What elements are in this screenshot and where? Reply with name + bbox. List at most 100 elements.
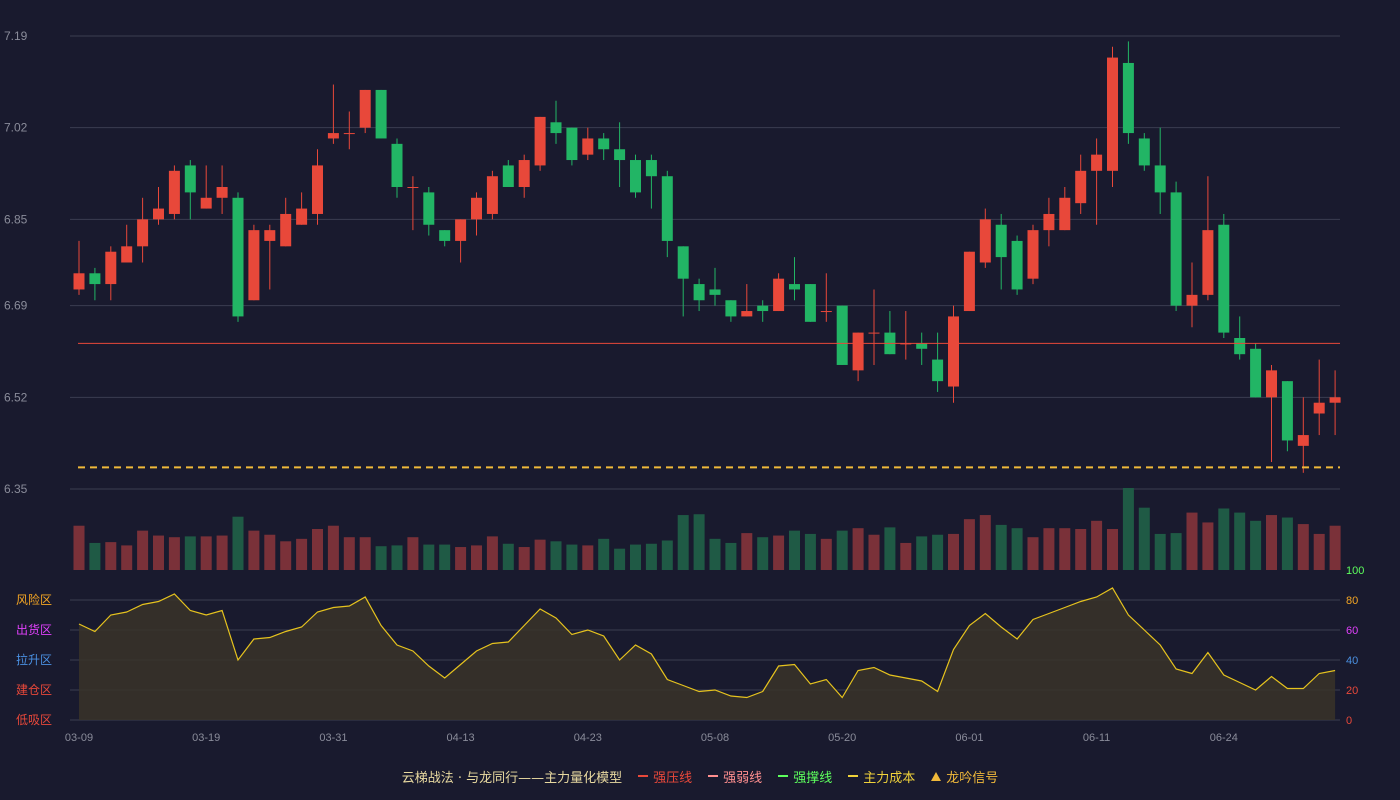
date-tick-label: 03-19	[192, 732, 220, 744]
candle-body	[757, 305, 769, 312]
candle-body	[852, 332, 864, 371]
candlestick	[852, 332, 864, 382]
volume-bar	[995, 524, 1007, 570]
candle-body	[1186, 294, 1198, 306]
candlestick	[1202, 176, 1214, 301]
candlestick	[534, 116, 546, 171]
candlestick	[73, 240, 85, 295]
candle-body	[693, 284, 705, 301]
candlestick	[725, 300, 737, 322]
volume-bar	[1043, 528, 1055, 570]
candle-body	[741, 311, 753, 317]
date-tick-label: 06-01	[955, 732, 983, 744]
volume-bar	[153, 535, 164, 570]
candlestick	[757, 300, 769, 322]
legend-item-support[interactable]: 强撑线	[778, 767, 832, 786]
triangle-icon	[931, 771, 942, 781]
candlestick	[1107, 46, 1118, 187]
candlestick	[407, 176, 419, 231]
candlestick	[502, 160, 514, 187]
candlestick	[995, 213, 1007, 290]
price-tick-label: 6.52	[4, 390, 28, 404]
volume-bar	[1186, 512, 1198, 570]
price-tick-label: 6.35	[4, 482, 28, 496]
candle-body	[407, 187, 419, 188]
date-tick-label: 06-24	[1210, 732, 1238, 744]
candlestick	[979, 208, 991, 268]
candle-body	[1266, 370, 1277, 398]
candlestick	[630, 154, 641, 198]
legend-title: 云梯战法 · 与龙同行——主力量化模型	[402, 767, 622, 786]
volume-bar	[884, 527, 896, 570]
candle-body	[89, 273, 101, 285]
candlestick	[471, 192, 482, 236]
volume-bar	[1266, 515, 1277, 570]
candle-body	[359, 89, 371, 128]
candle-body	[598, 138, 610, 150]
volume-bar	[327, 525, 339, 570]
candle-body	[343, 133, 355, 135]
candlestick	[359, 89, 371, 134]
candle-body	[963, 251, 975, 312]
dashed-line-icon	[708, 775, 719, 777]
volume-bar	[184, 536, 196, 570]
legend: 云梯战法 · 与龙同行——主力量化模型 强压线 强弱线 强撑线 主力成本 龙吟信…	[0, 764, 1400, 788]
candle-body	[232, 197, 244, 317]
candlestick	[836, 305, 848, 365]
legend-item-signal[interactable]: 龙吟信号	[931, 767, 998, 786]
candlestick	[184, 160, 196, 220]
volume-bar	[550, 541, 562, 570]
legend-item-main-cost[interactable]: 主力成本	[848, 767, 915, 786]
candlestick	[1281, 381, 1293, 452]
volume-bar	[1027, 537, 1039, 570]
candlestick	[232, 192, 244, 322]
volume-bar	[391, 545, 403, 570]
candle-body	[1011, 240, 1023, 290]
volume-bar	[645, 543, 657, 570]
candle-body	[280, 213, 292, 247]
legend-item-resistance[interactable]: 强压线	[638, 767, 692, 786]
candlestick	[1266, 364, 1277, 463]
date-tick-label: 04-23	[574, 732, 602, 744]
volume-bar	[979, 515, 991, 570]
candlestick	[948, 305, 959, 403]
candlestick	[168, 165, 180, 220]
grid-lines	[70, 35, 1340, 490]
candlestick	[1250, 343, 1262, 398]
candle-body	[804, 284, 816, 322]
candle-body	[1027, 230, 1039, 279]
candlestick	[439, 230, 451, 247]
volume-bar	[89, 542, 101, 570]
candlestick	[884, 311, 896, 355]
candlestick	[1059, 187, 1071, 231]
candlestick	[216, 165, 228, 214]
candle-body	[184, 165, 196, 193]
candle-body	[645, 160, 657, 177]
candle-body	[137, 219, 149, 247]
volume-bar	[1297, 524, 1309, 570]
candle-body	[614, 149, 626, 161]
candlestick	[614, 122, 626, 187]
candlestick	[343, 111, 355, 150]
candlestick	[1186, 262, 1198, 328]
volume-bar	[502, 543, 514, 570]
candle-body	[471, 197, 482, 220]
price-axis: 7.19 7.02 6.85 6.69 6.52 6.35	[4, 29, 28, 496]
candlestick	[1043, 197, 1055, 247]
candle-body	[1297, 435, 1309, 446]
candle-body	[486, 176, 498, 214]
candle-body	[216, 187, 228, 198]
candlestick	[280, 197, 292, 247]
price-tick-label: 6.69	[4, 299, 28, 313]
stock-chart: 7.19 7.02 6.85 6.69 6.52 6.35 100 80 60 40 20 0 风险…	[4, 29, 1364, 744]
volume-bar	[614, 548, 626, 570]
candle-body	[725, 300, 737, 317]
candle-body	[1043, 213, 1055, 231]
candle-body	[455, 219, 467, 241]
candle-body	[312, 165, 323, 214]
volume-bar	[264, 534, 276, 570]
volume-bar	[296, 538, 308, 570]
volume-bar	[1281, 517, 1293, 570]
legend-item-strength[interactable]: 强弱线	[708, 767, 762, 786]
candlestick	[1234, 316, 1246, 360]
